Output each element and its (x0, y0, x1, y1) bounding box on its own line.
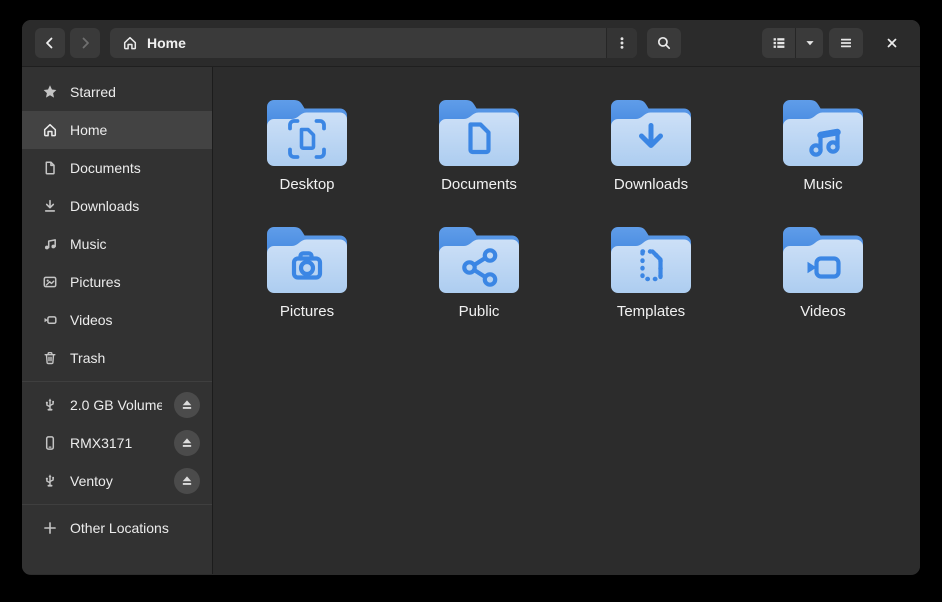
path-bar[interactable]: Home (110, 28, 637, 58)
folder-music[interactable]: Music (737, 95, 909, 193)
caret-down-icon (802, 35, 818, 51)
sidebar-item-label: Trash (70, 350, 200, 366)
eject-button[interactable] (174, 392, 200, 418)
list-view-icon (771, 35, 787, 51)
sidebar-item-label: Other Locations (70, 520, 200, 536)
search-icon (656, 35, 672, 51)
eject-icon (179, 397, 195, 413)
usb-icon (42, 397, 58, 413)
templates-folder-icon (611, 222, 691, 294)
trash-icon (42, 350, 58, 366)
public-folder-icon (439, 222, 519, 294)
sidebar-item-trash[interactable]: Trash (22, 339, 212, 377)
sidebar-item-music[interactable]: Music (22, 225, 212, 263)
list-view-button[interactable] (762, 28, 796, 58)
kebab-menu-icon (614, 35, 630, 51)
star-icon (42, 84, 58, 100)
sidebar-item-home[interactable]: Home (22, 111, 212, 149)
folder-label: Downloads (614, 176, 688, 193)
view-options-button[interactable] (796, 28, 823, 58)
view-toggle-group (762, 28, 823, 58)
folder-label: Documents (441, 176, 517, 193)
close-icon (884, 35, 900, 51)
sidebar: Starred Home Documents Downloads Music P… (22, 67, 213, 574)
sidebar-item-label: Videos (70, 312, 200, 328)
files-grid: Desktop Documents Downloads Music Pictur… (221, 95, 920, 320)
sidebar-item-label: Pictures (70, 274, 200, 290)
sidebar-item-label: Ventoy (70, 473, 162, 489)
sidebar-item-documents[interactable]: Documents (22, 149, 212, 187)
sidebar-item-label: 2.0 GB Volume (70, 397, 162, 413)
folder-pictures[interactable]: Pictures (221, 222, 393, 320)
sidebar-places-list: Starred Home Documents Downloads Music P… (22, 73, 212, 377)
back-button[interactable] (35, 28, 65, 58)
phone-icon (42, 435, 58, 451)
folder-label: Public (459, 303, 500, 320)
sidebar-item-label: Starred (70, 84, 200, 100)
sidebar-separator (22, 504, 212, 505)
eject-button[interactable] (174, 430, 200, 456)
sidebar-item-label: Downloads (70, 198, 200, 214)
sidebar-item-rmx3171[interactable]: RMX3171 (22, 424, 212, 462)
folder-label: Music (803, 176, 842, 193)
eject-icon (179, 473, 195, 489)
content-area[interactable]: Desktop Documents Downloads Music Pictur… (213, 67, 920, 574)
sidebar-item-label: Home (70, 122, 200, 138)
search-button[interactable] (647, 28, 681, 58)
sidebar-item-pictures[interactable]: Pictures (22, 263, 212, 301)
sidebar-devices-list: 2.0 GB Volume RMX3171 Ventoy (22, 386, 212, 500)
sidebar-item-videos[interactable]: Videos (22, 301, 212, 339)
main-menu-button[interactable] (829, 28, 863, 58)
home-icon (42, 122, 58, 138)
video-icon (42, 312, 58, 328)
sidebar-separator (22, 381, 212, 382)
current-location-crumb[interactable]: Home (110, 28, 606, 58)
header-bar: Home (22, 20, 920, 67)
folder-public[interactable]: Public (393, 222, 565, 320)
download-icon (42, 198, 58, 214)
pictures-folder-icon (267, 222, 347, 294)
folder-desktop[interactable]: Desktop (221, 95, 393, 193)
chevron-left-icon (42, 35, 58, 51)
path-menu-button[interactable] (606, 28, 637, 58)
folder-documents[interactable]: Documents (393, 95, 565, 193)
eject-icon (179, 435, 195, 451)
sidebar-item-other-locations[interactable]: Other Locations (22, 509, 212, 547)
sidebar-item-label: Music (70, 236, 200, 252)
folder-label: Desktop (279, 176, 334, 193)
document-icon (42, 160, 58, 176)
eject-button[interactable] (174, 468, 200, 494)
chevron-right-icon (77, 35, 93, 51)
folder-templates[interactable]: Templates (565, 222, 737, 320)
sidebar-item-2-0-gb-volume[interactable]: 2.0 GB Volume (22, 386, 212, 424)
desktop-folder-icon (267, 95, 347, 167)
current-location-label: Home (147, 35, 186, 51)
videos-folder-icon (783, 222, 863, 294)
sidebar-item-starred[interactable]: Starred (22, 73, 212, 111)
plus-icon (42, 520, 58, 536)
home-icon (122, 35, 138, 51)
folder-downloads[interactable]: Downloads (565, 95, 737, 193)
sidebar-item-label: Documents (70, 160, 200, 176)
folder-label: Videos (800, 303, 846, 320)
music-folder-icon (783, 95, 863, 167)
usb-icon (42, 473, 58, 489)
documents-folder-icon (439, 95, 519, 167)
sidebar-item-downloads[interactable]: Downloads (22, 187, 212, 225)
file-manager-window: Home Starred (22, 20, 920, 575)
folder-label: Pictures (280, 303, 334, 320)
close-button[interactable] (877, 28, 907, 58)
sidebar-item-label: RMX3171 (70, 435, 162, 451)
forward-button[interactable] (70, 28, 100, 58)
folder-label: Templates (617, 303, 685, 320)
downloads-folder-icon (611, 95, 691, 167)
hamburger-menu-icon (838, 35, 854, 51)
sidebar-item-ventoy[interactable]: Ventoy (22, 462, 212, 500)
folder-videos[interactable]: Videos (737, 222, 909, 320)
music-icon (42, 236, 58, 252)
picture-icon (42, 274, 58, 290)
